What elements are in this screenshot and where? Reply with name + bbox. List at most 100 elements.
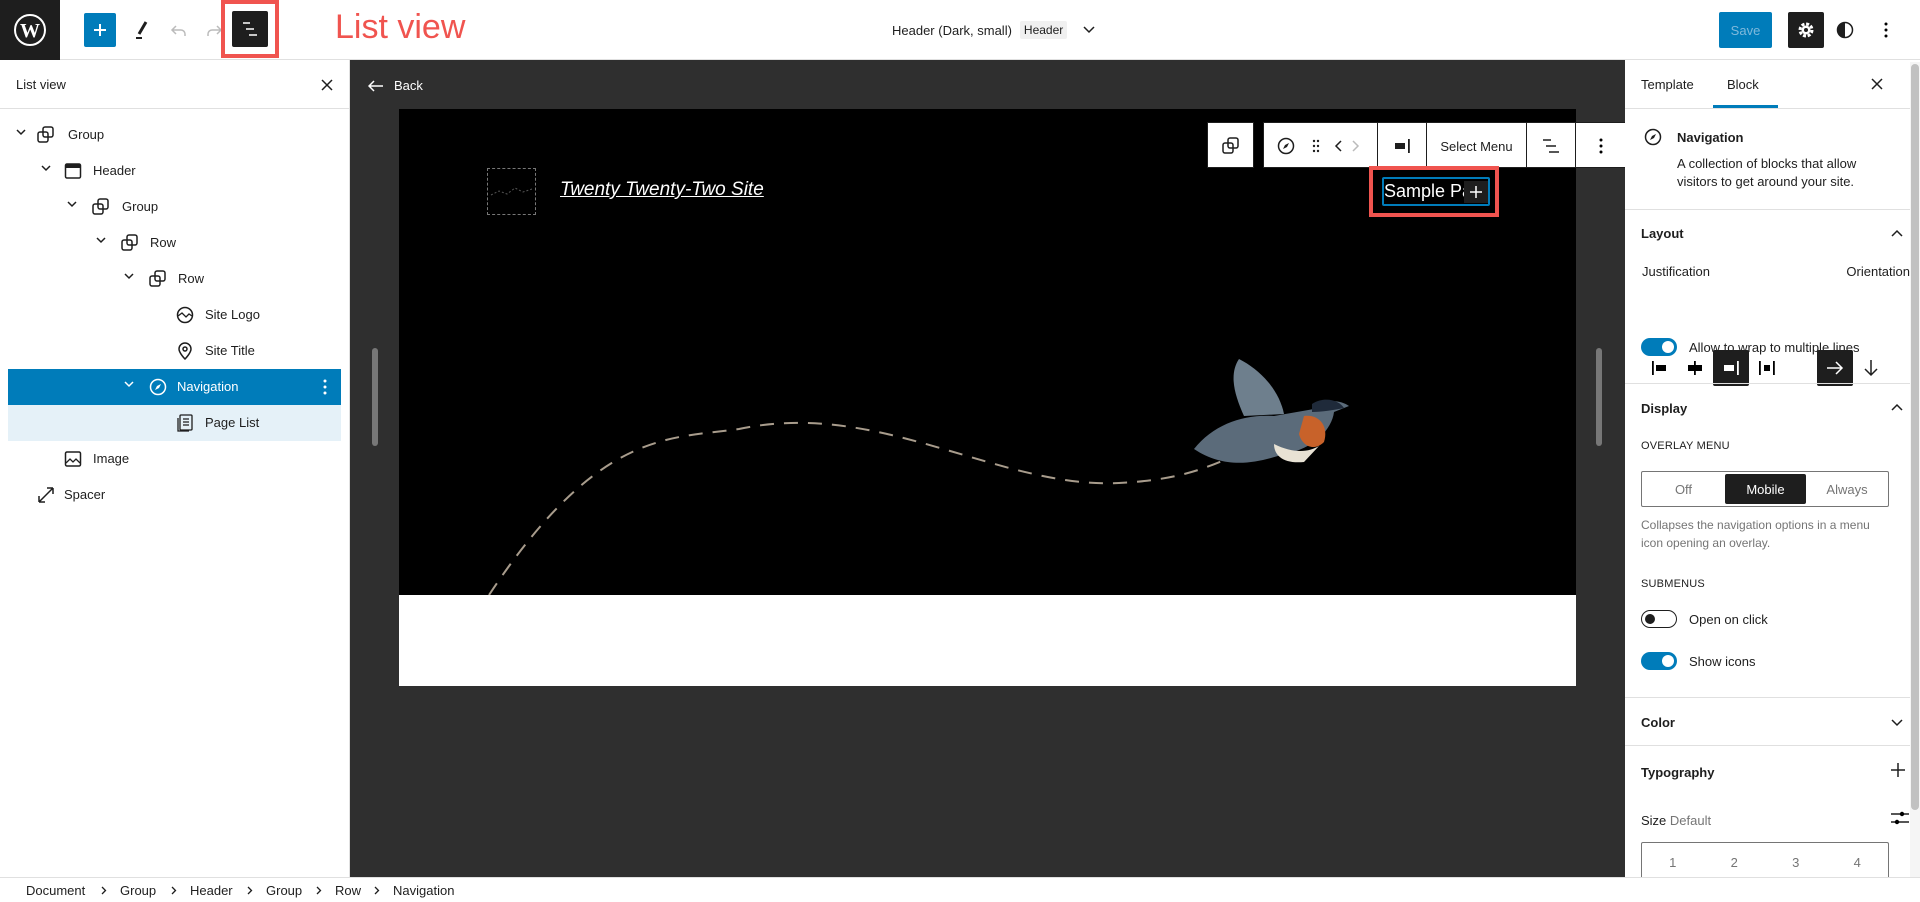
- overlay-option-always[interactable]: Always: [1806, 472, 1888, 506]
- block-options-button[interactable]: [1576, 123, 1626, 169]
- close-sidebar-button[interactable]: [1867, 74, 1887, 94]
- drag-handle-icon: [1312, 139, 1320, 153]
- justify-button[interactable]: [1378, 123, 1426, 169]
- orientation-vertical-button[interactable]: [1853, 350, 1889, 386]
- list-view-toggle-button[interactable]: [1527, 123, 1575, 169]
- list-view-item-label: Header: [93, 163, 136, 178]
- back-button[interactable]: Back: [368, 78, 423, 93]
- options-button[interactable]: [1872, 12, 1900, 48]
- list-view-item-row[interactable]: Row: [8, 261, 341, 297]
- justify-center-button[interactable]: [1677, 350, 1713, 386]
- list-view-item-group[interactable]: Group: [8, 189, 341, 225]
- show-icons-toggle[interactable]: [1641, 652, 1677, 670]
- list-view-item-image[interactable]: Image: [8, 441, 341, 477]
- breadcrumb-item[interactable]: Group: [266, 883, 302, 898]
- list-view-item-label: Spacer: [64, 487, 106, 502]
- list-view-item-label: Row: [150, 235, 177, 250]
- overlay-option-off[interactable]: Off: [1642, 472, 1725, 506]
- orientation-horizontal-button[interactable]: [1817, 350, 1853, 386]
- breadcrumb-item[interactable]: Row: [335, 883, 361, 898]
- custom-size-icon[interactable]: [1891, 810, 1909, 826]
- wordpress-logo-button[interactable]: W: [0, 0, 60, 60]
- wrap-toggle[interactable]: [1641, 338, 1677, 356]
- layout-panel-title[interactable]: Layout: [1641, 226, 1684, 241]
- nav-link-sample-page[interactable]: Sample Pa: [1382, 177, 1490, 206]
- breadcrumb-item[interactable]: Navigation: [393, 883, 454, 898]
- block-toolbar-parent: [1207, 122, 1254, 168]
- pencil-icon: [136, 21, 148, 39]
- breadcrumb-item[interactable]: Document: [26, 883, 85, 898]
- chevron-right-icon: [374, 886, 380, 895]
- plus-icon[interactable]: [1891, 763, 1905, 777]
- canvas-scroll-handle-right[interactable]: [1596, 348, 1602, 446]
- chevron-right-icon: [247, 886, 253, 895]
- document-title-bar[interactable]: Header (Dark, small) Header: [892, 19, 1095, 41]
- tab-template[interactable]: Template: [1641, 77, 1694, 92]
- list-view-item-group[interactable]: Group: [8, 117, 341, 153]
- list-view-item-navigation[interactable]: Navigation: [8, 369, 341, 405]
- tools-button[interactable]: [126, 13, 158, 47]
- list-view-item-site-title[interactable]: Site Title: [8, 333, 341, 369]
- list-view-item-page-list[interactable]: Page List: [8, 405, 341, 441]
- arrow-left-icon: [368, 79, 383, 92]
- divider: [1625, 697, 1910, 698]
- list-view-item-spacer[interactable]: Spacer: [8, 477, 341, 513]
- list-view-button[interactable]: [232, 11, 268, 47]
- chevron-up-icon[interactable]: [1891, 403, 1903, 411]
- chevron-right-icon: [1352, 140, 1360, 152]
- settings-button[interactable]: [1788, 12, 1824, 48]
- sidebar-scrollbar-thumb[interactable]: [1911, 64, 1919, 810]
- divider: [0, 108, 350, 109]
- overlay-menu-segmented: Off Mobile Always: [1641, 471, 1889, 507]
- breadcrumb-item[interactable]: Group: [120, 883, 156, 898]
- add-block-button[interactable]: [84, 13, 116, 47]
- sidebar-scrollbar[interactable]: [1910, 62, 1920, 877]
- submenus-label: Submenus: [1641, 578, 1705, 590]
- justify-space-between-button[interactable]: [1749, 350, 1785, 386]
- canvas-scroll-handle-left[interactable]: [372, 348, 378, 446]
- block-type-button[interactable]: [1274, 123, 1298, 169]
- move-left-button[interactable]: [1330, 123, 1346, 169]
- document-badge: Header: [1019, 21, 1068, 39]
- back-label: Back: [394, 78, 423, 93]
- undo-button[interactable]: [164, 13, 194, 47]
- chevron-right-icon: [101, 886, 107, 895]
- plus-icon: [1470, 186, 1482, 198]
- list-view-item-site-logo[interactable]: Site Logo: [8, 297, 341, 333]
- list-view-item-label: Group: [68, 127, 105, 142]
- chevron-down-icon[interactable]: [124, 273, 134, 281]
- open-on-click-toggle[interactable]: [1641, 610, 1677, 628]
- drag-handle[interactable]: [1306, 123, 1326, 169]
- list-view-item-label: Image: [93, 451, 130, 466]
- styles-button[interactable]: [1830, 12, 1860, 48]
- select-menu-button[interactable]: Select Menu: [1427, 123, 1526, 169]
- chevron-down-icon[interactable]: [41, 165, 51, 173]
- close-list-view-button[interactable]: [316, 74, 338, 96]
- list-view-item-label: Page List: [205, 415, 260, 430]
- list-view-item-label: Site Logo: [205, 307, 260, 322]
- overlay-option-mobile[interactable]: Mobile: [1725, 474, 1806, 504]
- wrap-label: Allow to wrap to multiple lines: [1689, 340, 1860, 355]
- tab-block[interactable]: Block: [1727, 77, 1759, 92]
- block-breadcrumb: Document Group Header Group Row Navigation: [0, 877, 1920, 902]
- save-button[interactable]: Save: [1719, 12, 1772, 48]
- select-parent-button[interactable]: [1208, 123, 1253, 169]
- breadcrumb-item[interactable]: Header: [190, 883, 233, 898]
- justify-right-button[interactable]: [1713, 350, 1749, 386]
- move-right-button[interactable]: [1348, 123, 1364, 169]
- list-view-item-row[interactable]: Row: [8, 225, 341, 261]
- chevron-down-icon[interactable]: [1891, 719, 1903, 727]
- typography-panel-title[interactable]: Typography: [1641, 765, 1714, 780]
- chevron-down-icon[interactable]: [67, 201, 77, 209]
- chevron-up-icon[interactable]: [1891, 229, 1903, 237]
- add-nav-item-button[interactable]: [1464, 181, 1488, 203]
- divider: [1625, 108, 1910, 109]
- display-panel-title[interactable]: Display: [1641, 401, 1687, 416]
- chevron-down-icon[interactable]: [16, 129, 26, 137]
- chevron-down-icon[interactable]: [124, 381, 134, 389]
- color-panel-title[interactable]: Color: [1641, 715, 1675, 730]
- chevron-down-icon[interactable]: [96, 237, 106, 245]
- close-icon: [321, 79, 333, 91]
- item-options-button[interactable]: [323, 379, 327, 395]
- list-view-item-header[interactable]: Header: [8, 153, 341, 189]
